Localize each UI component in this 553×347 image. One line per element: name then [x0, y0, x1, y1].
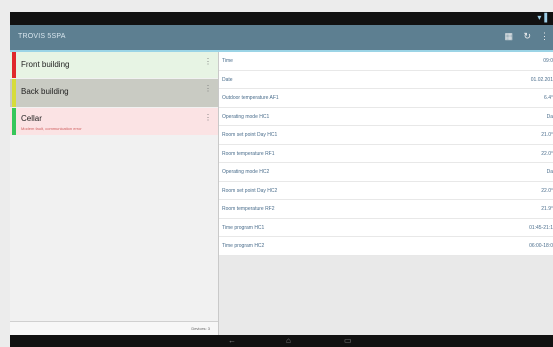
device-item-back-building[interactable]: Back building ⋮	[10, 79, 218, 107]
parameter-row: Time program HC2 06:00-18:0	[219, 237, 553, 256]
parameter-row: Room temperature RF1 22.0°	[219, 145, 553, 163]
device-item-cellar[interactable]: Cellar Modem fault, communication error …	[10, 108, 218, 135]
parameter-name: Time program HC2	[222, 243, 265, 249]
parameter-row: Operating mode HC1 Da	[219, 108, 553, 126]
parameter-row: Date 01.02.201	[219, 71, 553, 89]
device-name: Cellar	[21, 114, 42, 123]
parameter-name: Room set point Day HC1	[222, 132, 278, 138]
parameter-name: Date	[222, 76, 233, 83]
parameter-value: 09:0	[543, 58, 553, 64]
parameter-row: Operating mode HC2 Da	[219, 163, 553, 182]
parameter-table: Time 09:0 Date 01.02.201 Outdoor temperature…	[219, 52, 553, 256]
parameter-name: Outdoor temperature AF1	[222, 95, 279, 101]
parameter-row: Outdoor temperature AF1 6.4°	[219, 89, 553, 108]
parameter-name: Room set point Day HC2	[222, 187, 278, 194]
device-name: Front building	[21, 60, 70, 69]
parameter-value: 21.9°	[541, 206, 553, 212]
parameter-value: 06:00-18:0	[529, 243, 553, 249]
parameter-name: Operating mode HC1	[222, 113, 270, 120]
parameter-value: 6.4°	[544, 95, 553, 101]
more-options-icon[interactable]: ⋮	[204, 84, 212, 93]
parameter-value: Da	[546, 169, 553, 175]
device-detail-panel: Time 09:0 Date 01.02.201 Outdoor temperature…	[219, 52, 553, 335]
navigation-bar: ← ⌂ ▭	[10, 335, 553, 347]
app-title: TROVIS 5SPA	[18, 33, 66, 40]
device-item-front-building[interactable]: Front building ⋮	[10, 52, 218, 78]
overflow-menu-icon[interactable]: ⋮	[540, 31, 549, 42]
parameter-value: 01.02.201	[530, 76, 553, 83]
status-icons: ▾▐	[537, 13, 547, 22]
parameter-name: Operating mode HC2	[222, 169, 270, 175]
app-bar: TROVIS 5SPA ▦ ↻ ⋮	[10, 25, 553, 52]
more-options-icon[interactable]: ⋮	[204, 113, 212, 122]
parameter-name: Room temperature RF2	[222, 206, 275, 212]
sidebar-footer: Devices: 3	[10, 321, 218, 335]
device-status-indicator	[12, 52, 16, 78]
parameter-name: Room temperature RF1	[222, 150, 275, 157]
refresh-icon[interactable]: ↻	[523, 31, 531, 42]
status-bar: ▾▐	[10, 12, 553, 25]
parameter-row: Room set point Day HC1 21.0°	[219, 126, 553, 145]
grid-icon[interactable]: ▦	[504, 31, 513, 42]
device-count: Devices: 3	[191, 326, 210, 331]
parameter-name: Time	[222, 58, 233, 64]
device-name: Back building	[21, 87, 69, 96]
back-icon[interactable]: ←	[228, 336, 236, 345]
more-options-icon[interactable]: ⋮	[204, 57, 212, 66]
parameter-value: 21.0°	[541, 132, 553, 138]
parameter-name: Time program HC1	[222, 224, 265, 231]
parameter-value: Da	[546, 113, 553, 120]
home-icon[interactable]: ⌂	[286, 336, 291, 345]
parameter-row: Room temperature RF2 21.9°	[219, 200, 553, 219]
parameter-value: 01:45-21:1	[529, 224, 553, 231]
device-status-indicator	[12, 79, 16, 107]
parameter-value: 22.0°	[541, 150, 553, 157]
device-error-text: Modem fault, communication error	[21, 126, 82, 131]
device-status-indicator	[12, 108, 16, 135]
recent-apps-icon[interactable]: ▭	[344, 336, 352, 345]
device-list: Front building ⋮ Back building ⋮ Cellar …	[10, 52, 219, 335]
parameter-row: Time program HC1 01:45-21:1	[219, 219, 553, 237]
parameter-row: Room set point Day HC2 22.0°	[219, 182, 553, 200]
parameter-row: Time 09:0	[219, 52, 553, 71]
parameter-value: 22.0°	[541, 187, 553, 194]
